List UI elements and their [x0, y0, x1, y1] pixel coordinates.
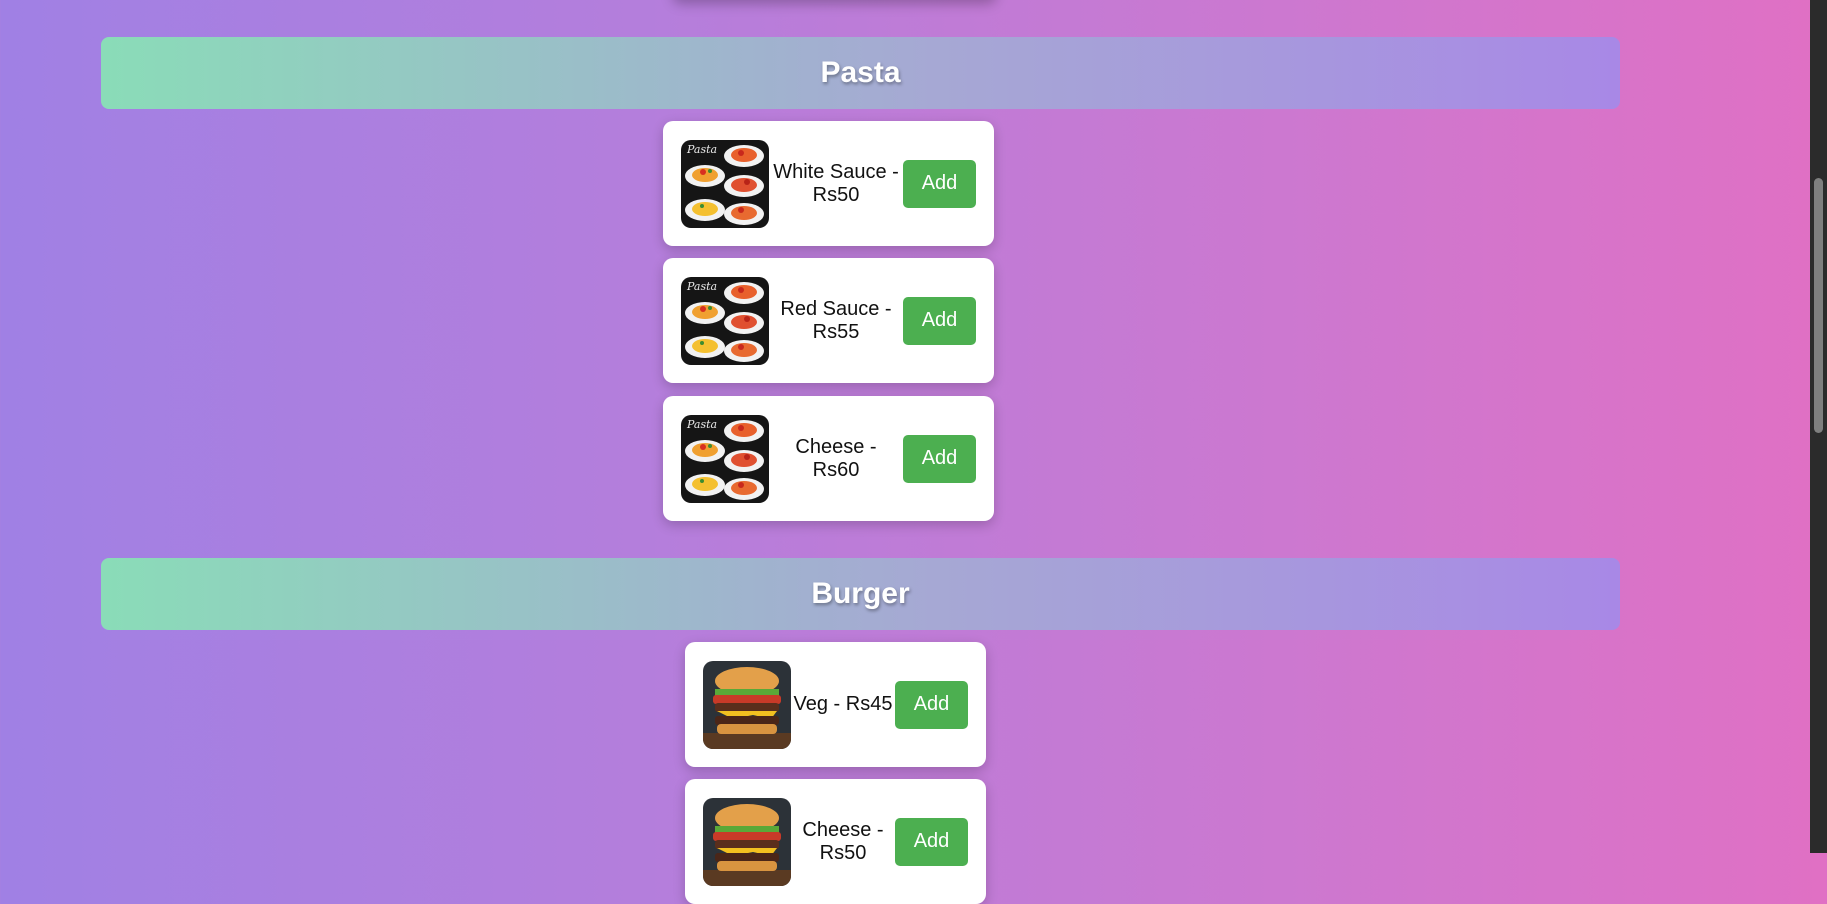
pasta-image — [681, 276, 769, 365]
menu-item-label: White Sauce - Rs50 — [773, 160, 899, 206]
add-button[interactable]: Add — [903, 434, 976, 483]
burger-image — [703, 660, 791, 749]
menu-item-label: Cheese - Rs50 — [802, 818, 884, 864]
menu-item-label: Veg - Rs45 — [793, 693, 893, 715]
menu-item-card: Cheese - Rs50 Add — [685, 779, 986, 904]
add-button[interactable]: Add — [903, 296, 976, 345]
scrollbar-thumb[interactable] — [1814, 178, 1823, 433]
menu-item-label: Cheese - Rs60 — [795, 435, 877, 481]
burger-image — [703, 797, 791, 886]
pasta-image — [681, 139, 769, 228]
menu-item-label: Red Sauce - Rs55 — [780, 297, 892, 343]
add-button[interactable]: Add — [895, 817, 968, 866]
category-header-pasta: Pasta — [101, 37, 1620, 109]
menu-item-card: Cheese - Rs60 Add — [663, 396, 994, 521]
add-button[interactable]: Add — [903, 159, 976, 208]
menu-item-card: Veg - Rs45 Add — [685, 642, 986, 767]
category-title: Burger — [811, 577, 910, 610]
category-title: Pasta — [820, 56, 901, 89]
menu-item-card: White Sauce - Rs50 Add — [663, 121, 994, 246]
menu-page: Pasta White Sauce - Rs50 Add Red Sauce -… — [0, 0, 1810, 904]
vertical-scrollbar[interactable] — [1810, 0, 1827, 853]
pasta-image — [681, 414, 769, 503]
category-header-burger: Burger — [101, 558, 1620, 630]
add-button[interactable]: Add — [895, 680, 968, 729]
menu-item-card: Red Sauce - Rs55 Add — [663, 258, 994, 383]
